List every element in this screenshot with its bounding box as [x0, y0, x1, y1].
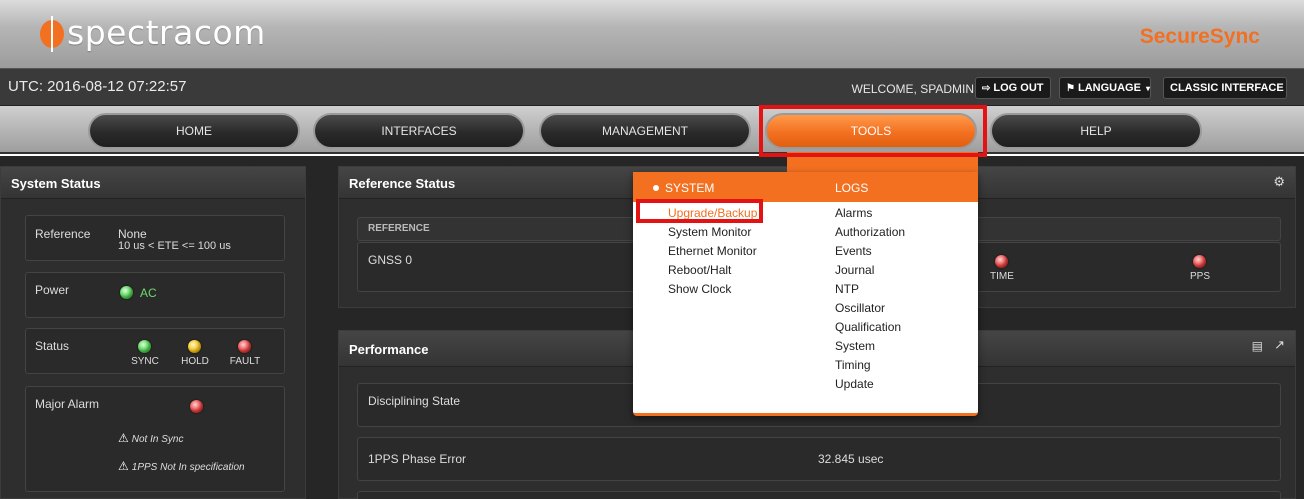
- next-row: [357, 491, 1281, 499]
- logo-text: spectracom: [67, 12, 266, 52]
- nav-management[interactable]: MANAGEMENT: [539, 113, 751, 149]
- logout-label: LOG OUT: [993, 82, 1044, 94]
- system-status-title: System Status: [1, 167, 305, 199]
- reference-row: Reference None 10 us < ETE <= 100 us: [25, 215, 285, 261]
- menu-ethernet-monitor[interactable]: Ethernet Monitor: [668, 244, 757, 258]
- logout-icon: ⇨: [982, 83, 991, 94]
- phi-logo-icon: [40, 16, 64, 52]
- menu-log-update[interactable]: Update: [835, 377, 874, 391]
- logs-section-header: LOGS: [835, 181, 869, 195]
- status-row: Status SYNC HOLD FAULT: [25, 328, 285, 374]
- menu-log-qualification[interactable]: Qualification: [835, 320, 901, 334]
- power-status-icon: [120, 286, 133, 299]
- reference-label: Reference: [35, 227, 91, 241]
- disciplining-label: Disciplining State: [368, 394, 461, 408]
- caret-down-icon: ▾: [1145, 84, 1150, 93]
- settings-gear-icon[interactable]: ⚙: [1273, 174, 1285, 190]
- time-label: TIME: [990, 271, 1014, 282]
- sync-status-icon: [138, 340, 151, 353]
- utc-clock: UTC: 2016-08-12 07:22:57: [8, 78, 187, 95]
- menu-log-ntp[interactable]: NTP: [835, 282, 859, 296]
- warning-icon: ⚠: [118, 431, 129, 445]
- system-status-panel: System Status Reference None 10 us < ETE…: [0, 166, 306, 499]
- alarm-1pps-spec: ⚠ 1PPS Not In specification: [118, 459, 245, 473]
- product-name: SecureSync: [1139, 25, 1260, 48]
- time-status-icon: [995, 255, 1008, 268]
- nav-help[interactable]: HELP: [990, 113, 1202, 149]
- pps-label: PPS: [1189, 271, 1210, 282]
- main-nav: HOME INTERFACES MANAGEMENT TOOLS HELP: [0, 106, 1304, 154]
- menu-log-authorization[interactable]: Authorization: [835, 225, 905, 239]
- menu-log-oscillator[interactable]: Oscillator: [835, 301, 885, 315]
- power-row: Power AC: [25, 272, 285, 318]
- menu-upgrade-backup[interactable]: Upgrade/Backup: [668, 206, 757, 220]
- menu-log-system[interactable]: System: [835, 339, 875, 353]
- pps-error-row: 1PPS Phase Error 32.845 usec: [357, 437, 1281, 481]
- nav-interfaces[interactable]: INTERFACES: [313, 113, 525, 149]
- reference-value: None: [118, 227, 147, 241]
- dropdown-connector: [787, 152, 978, 174]
- gnss-label: GNSS 0: [368, 253, 413, 267]
- welcome-text: WELCOME, SPADMIN: [851, 82, 974, 96]
- chart-icon[interactable]: ▤: [1252, 339, 1263, 353]
- nav-tools[interactable]: TOOLS: [765, 113, 977, 149]
- hold-label: HOLD: [181, 356, 209, 367]
- power-label: Power: [35, 283, 70, 297]
- menu-log-journal[interactable]: Journal: [835, 263, 874, 277]
- nav-home[interactable]: HOME: [88, 113, 300, 149]
- menu-reboot-halt[interactable]: Reboot/Halt: [668, 263, 731, 277]
- reference-ete: 10 us < ETE <= 100 us: [118, 240, 231, 252]
- pps-error-label: 1PPS Phase Error: [368, 452, 467, 466]
- reference-column-header: REFERENCE: [368, 223, 430, 234]
- menu-log-timing[interactable]: Timing: [835, 358, 871, 372]
- menu-log-alarms[interactable]: Alarms: [835, 206, 872, 220]
- alarm-not-in-sync: ⚠ Not In Sync: [118, 431, 184, 445]
- menu-log-events[interactable]: Events: [835, 244, 872, 258]
- menu-system-monitor[interactable]: System Monitor: [668, 225, 751, 239]
- major-alarm-row: Major Alarm ⚠ Not In Sync ⚠ 1PPS Not In sp…: [25, 386, 285, 492]
- warning-icon: ⚠: [118, 459, 129, 473]
- tools-dropdown-menu: SYSTEM LOGS Upgrade/Backup System Monito…: [633, 172, 978, 416]
- bullet-icon: [653, 185, 659, 191]
- pps-status-icon: [1193, 255, 1206, 268]
- info-bar: UTC: 2016-08-12 07:22:57 WELCOME, SPADMI…: [0, 68, 1304, 106]
- flag-icon: ⚑: [1066, 83, 1075, 94]
- power-value: AC: [140, 286, 157, 300]
- sync-label: SYNC: [131, 356, 159, 367]
- top-banner: spectracom SecureSync: [0, 0, 1304, 68]
- language-label: LANGUAGE: [1077, 82, 1141, 94]
- pps-error-value: 32.845 usec: [818, 452, 884, 466]
- language-button[interactable]: ⚑ LANGUAGE ▾: [1059, 77, 1151, 99]
- major-alarm-label: Major Alarm: [35, 397, 100, 411]
- dropdown-header: SYSTEM LOGS: [633, 172, 978, 202]
- spectracom-logo[interactable]: spectracom: [40, 12, 266, 52]
- classic-interface-label: CLASSIC INTERFACE: [1170, 82, 1284, 94]
- major-alarm-icon: [190, 400, 203, 413]
- status-label: Status: [35, 339, 70, 353]
- hold-status-icon: [188, 340, 201, 353]
- fault-status-icon: [238, 340, 251, 353]
- fault-label: FAULT: [229, 356, 261, 367]
- logout-button[interactable]: ⇨ LOG OUT: [975, 77, 1051, 99]
- system-section-header: SYSTEM: [653, 181, 714, 195]
- expand-icon[interactable]: ↗: [1274, 337, 1285, 353]
- classic-interface-button[interactable]: CLASSIC INTERFACE: [1163, 77, 1287, 99]
- menu-show-clock[interactable]: Show Clock: [668, 282, 731, 296]
